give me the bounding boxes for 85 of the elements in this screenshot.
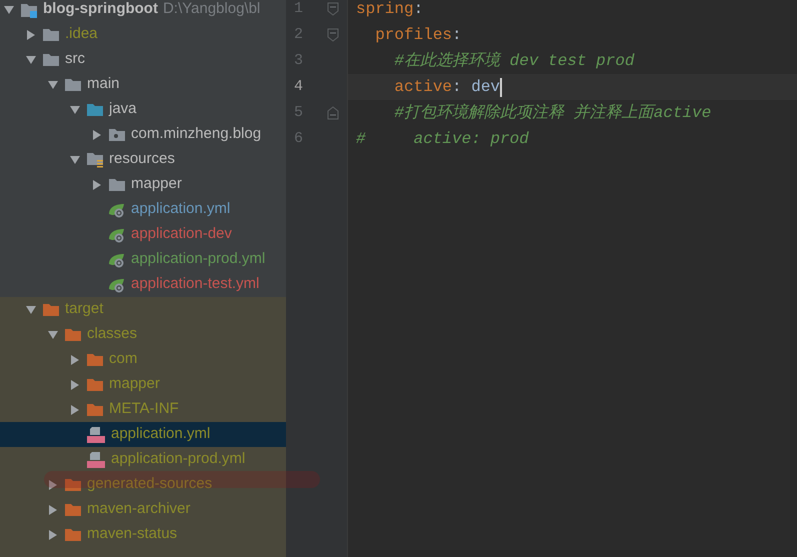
tree-row[interactable]: maven-status [0,522,286,547]
expand-arrow-icon[interactable] [25,304,37,316]
folder-icon [108,178,126,192]
tree-item-label: com.minzheng.blog [131,124,262,144]
expand-arrow-icon[interactable] [3,4,15,16]
folder-icon [86,402,104,416]
collapse-arrow-icon[interactable] [69,354,81,366]
tree-item-label: application.yml [131,199,230,220]
tree-item-label: application-prod.yml [111,449,246,470]
project-path: D:\Yangblog\bl [162,0,260,20]
tree-row[interactable]: com [0,347,286,372]
tree-item-label: classes [87,324,138,344]
tree-item-label: application-test.yml [131,274,260,294]
tree-item-label: maven-status [87,524,178,544]
code-token: profiles [374,25,452,46]
tree-item-label: application-prod.yml [131,249,266,270]
tree-item-label: target [65,299,104,320]
folder-icon [64,78,82,92]
code-token: : [452,25,462,46]
folder-icon [42,52,60,66]
expand-arrow-icon[interactable] [47,78,59,90]
tree-item-label: mapper [131,174,182,194]
code-token: #打包环境解除此项注释 并注释上面active [393,102,712,124]
tree-item-label: maven-archiver [87,499,190,520]
folder-icon [86,102,104,116]
line-number: 4 [293,76,304,97]
yml-file-icon [86,426,106,444]
code-token: # active: prod [356,129,529,150]
folder-icon [64,478,82,492]
code-token: dev [471,77,500,98]
code-token: active [393,77,452,98]
resources-folder-icon [86,152,104,168]
code-token: #在此选择环境 dev test prod [393,50,634,72]
collapse-arrow-icon[interactable] [69,404,81,416]
tree-row[interactable]: mapper [0,372,286,397]
tree-row[interactable]: target [0,297,286,322]
tree-row[interactable]: META-INF [0,397,286,422]
code-token: : [452,77,463,98]
package-folder-icon [108,128,126,142]
expand-arrow-icon[interactable] [25,54,37,66]
collapse-arrow-icon[interactable] [69,378,81,390]
collapse-arrow-icon[interactable] [47,478,59,490]
code-token: : [414,0,424,20]
tree-row[interactable]: application-prod.yml [0,447,286,472]
tree-item-label: application.yml [111,424,210,444]
tree-item-label: blog-springboot [43,0,158,20]
collapse-arrow-icon[interactable] [47,528,59,540]
module-folder-icon [20,2,38,18]
expand-arrow-icon[interactable] [47,328,59,340]
tree-row[interactable]: classes [0,322,286,347]
tree-row[interactable]: generated-sources [0,472,286,497]
tree-item-label: java [109,99,137,120]
spring-leaf-icon [108,202,126,218]
spring-leaf-icon [108,276,126,292]
spring-leaf-icon [108,252,126,268]
tree-item-label: .idea [65,24,98,44]
tree-item-label: application-dev [131,224,232,244]
folder-icon [64,502,82,516]
collapse-arrow-icon[interactable] [47,504,59,516]
tree-item-label: generated-sources [87,474,212,494]
code-token: spring [356,0,414,20]
collapse-arrow-icon[interactable] [25,28,37,40]
folder-icon [42,28,60,42]
folder-icon [64,328,82,342]
folder-icon [86,352,104,366]
folder-icon [64,528,82,542]
tree-item-label: resources [109,149,175,170]
spring-leaf-icon [108,226,126,242]
tree-item-label: main [87,74,120,94]
tree-item-label: com [109,349,138,370]
tree-item-label: mapper [109,374,160,394]
folder-icon [86,378,104,392]
fold-icon[interactable] [327,28,339,42]
fold-icon[interactable] [327,106,339,120]
tree-row[interactable]: application.yml [0,422,286,447]
tree-item-label: src [65,49,85,70]
tree-row[interactable]: maven-archiver [0,497,286,522]
expand-arrow-icon[interactable] [69,104,81,116]
yml-file-icon [86,450,106,468]
folder-icon [42,302,60,316]
expand-arrow-icon[interactable] [69,154,81,166]
fold-icon[interactable] [327,2,339,16]
tree-item-label: META-INF [109,399,179,420]
collapse-arrow-icon[interactable] [91,128,103,140]
collapse-arrow-icon[interactable] [91,178,103,190]
